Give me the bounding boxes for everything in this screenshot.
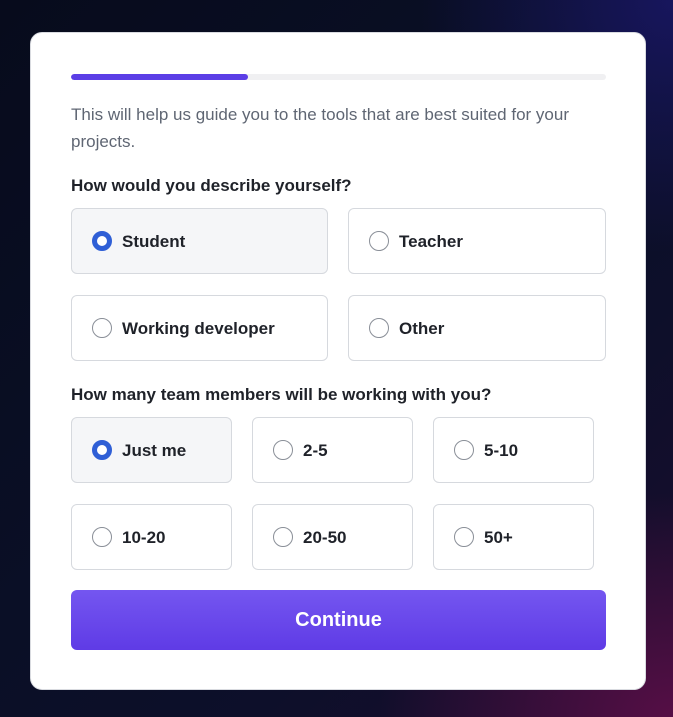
option-label: 5-10 xyxy=(484,441,519,460)
radio-button[interactable] xyxy=(369,318,389,338)
continue-button[interactable]: Continue xyxy=(71,590,606,650)
onboarding-card: This will help us guide you to the tools… xyxy=(30,32,646,690)
progress-bar xyxy=(71,74,606,80)
radio-button[interactable] xyxy=(92,318,112,338)
option-label: 10-20 xyxy=(122,528,166,547)
role-option-working-developer[interactable]: Working developer xyxy=(71,295,328,361)
option-label: 50+ xyxy=(484,528,513,547)
radio-button[interactable] xyxy=(92,231,112,251)
role-option-teacher[interactable]: Teacher xyxy=(348,208,606,274)
team-option-20-50[interactable]: 20-50 xyxy=(252,504,413,570)
role-question: How would you describe yourself? xyxy=(71,176,352,195)
radio-button[interactable] xyxy=(369,231,389,251)
option-label: Other xyxy=(399,319,445,338)
team-option-50-plus[interactable]: 50+ xyxy=(433,504,594,570)
radio-button[interactable] xyxy=(273,440,293,460)
team-option-5-10[interactable]: 5-10 xyxy=(433,417,594,483)
team-option-2-5[interactable]: 2-5 xyxy=(252,417,413,483)
option-label: 20-50 xyxy=(303,528,347,547)
team-size-question: How many team members will be working wi… xyxy=(71,385,492,404)
radio-button[interactable] xyxy=(273,527,293,547)
radio-button[interactable] xyxy=(92,527,112,547)
team-option-10-20[interactable]: 10-20 xyxy=(71,504,232,570)
role-option-student[interactable]: Student xyxy=(71,208,328,274)
role-option-other[interactable]: Other xyxy=(348,295,606,361)
radio-button[interactable] xyxy=(454,440,474,460)
intro-text: This will help us guide you to the tools… xyxy=(71,105,569,151)
option-label: Just me xyxy=(122,441,187,460)
radio-button[interactable] xyxy=(92,440,112,460)
radio-button[interactable] xyxy=(454,527,474,547)
option-label: Working developer xyxy=(122,319,275,338)
progress-bar-fill xyxy=(71,74,248,80)
option-label: 2-5 xyxy=(303,441,328,460)
option-label: Teacher xyxy=(399,232,463,251)
option-label: Student xyxy=(122,232,186,251)
team-option-just-me[interactable]: Just me xyxy=(71,417,232,483)
